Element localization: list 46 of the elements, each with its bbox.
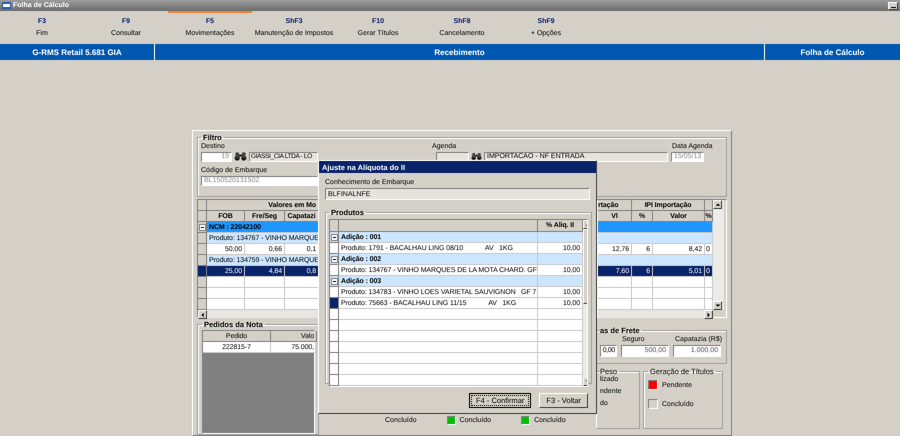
caret-right-icon [706, 312, 712, 318]
table-cell [653, 277, 705, 288]
row-header[interactable] [330, 243, 339, 254]
app-icon [2, 2, 11, 9]
screen-title: Folha de Cálculo [765, 44, 900, 60]
row-header[interactable] [330, 265, 339, 276]
collapse-icon[interactable] [330, 256, 338, 262]
scrollbar[interactable] [198, 310, 319, 318]
module-title: Recebimento [155, 44, 765, 60]
collapse-icon[interactable] [330, 234, 338, 240]
minimize-button[interactable] [888, 2, 898, 10]
row-header[interactable] [330, 309, 339, 320]
table-cell [207, 277, 245, 288]
scroll-left-button[interactable] [198, 310, 207, 319]
input-field[interactable] [436, 152, 469, 162]
table-cell [653, 288, 705, 299]
row-header[interactable] [198, 266, 207, 277]
row-header[interactable] [198, 255, 207, 266]
row-header[interactable] [330, 331, 339, 342]
table-cell [245, 288, 285, 299]
row-header[interactable] [330, 342, 339, 353]
binoculars-icon[interactable] [234, 152, 247, 161]
row-header[interactable] [330, 298, 339, 309]
row-header[interactable] [198, 200, 207, 211]
table-cell [207, 288, 245, 299]
row-header[interactable] [330, 353, 339, 364]
scrollbar[interactable] [713, 200, 724, 310]
row-header[interactable] [198, 244, 207, 255]
collapse-icon[interactable] [330, 278, 338, 284]
minimize-icon [890, 6, 896, 8]
scrollbar[interactable] [598, 310, 713, 318]
scroll-right-button[interactable] [704, 310, 713, 319]
collapse-icon[interactable] [198, 224, 206, 230]
row-header[interactable] [198, 277, 207, 288]
scroll-down-button[interactable] [713, 301, 722, 310]
table-cell [632, 277, 653, 288]
row-header[interactable] [330, 320, 339, 331]
row-header[interactable] [198, 288, 207, 299]
row-header[interactable] [330, 287, 339, 298]
row-header[interactable] [330, 364, 339, 375]
binoculars-icon[interactable] [471, 152, 482, 161]
table-cell [632, 288, 653, 299]
table-cell [245, 277, 285, 288]
scroll-up-button[interactable] [713, 200, 722, 209]
row-header[interactable] [330, 375, 339, 386]
app-version: G-RMS Retail 5.681 GIA [0, 44, 155, 60]
